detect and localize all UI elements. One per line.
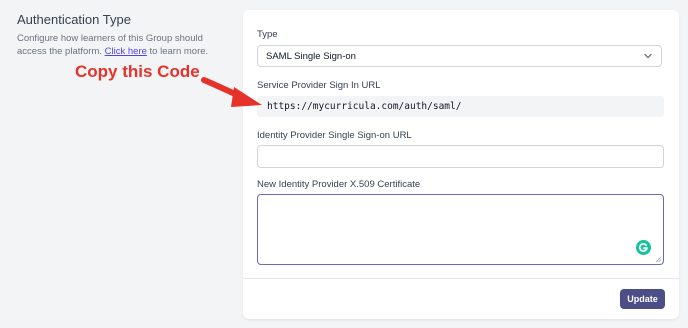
section-info: Authentication Type Configure how learne… <box>17 12 232 58</box>
grammarly-icon[interactable] <box>636 240 651 255</box>
type-select[interactable]: SAML Single Sign-on <box>257 45 662 67</box>
section-description: Configure how learners of this Group sho… <box>17 32 232 58</box>
type-select-value: SAML Single Sign-on <box>266 50 356 62</box>
auth-settings-card: Type SAML Single Sign-on Service Provide… <box>243 10 679 319</box>
description-suffix: to learn more. <box>146 46 209 57</box>
idp-url-label: Identity Provider Single Sign-on URL <box>257 130 412 141</box>
sp-url-value[interactable]: https://mycurricula.com/auth/saml/ <box>257 96 664 117</box>
section-title: Authentication Type <box>17 12 131 27</box>
card-divider <box>243 278 679 279</box>
learn-more-link[interactable]: Click here <box>105 46 147 57</box>
chevron-down-icon <box>644 53 652 59</box>
sp-url-label: Service Provider Sign In URL <box>257 80 381 91</box>
cert-textarea[interactable] <box>257 194 664 265</box>
idp-url-input[interactable] <box>257 145 664 168</box>
type-label: Type <box>257 29 278 40</box>
resize-handle-icon[interactable] <box>655 256 661 262</box>
annotation-text: Copy this Code <box>75 62 200 81</box>
red-arrow-icon <box>201 77 262 107</box>
update-button[interactable]: Update <box>620 289 665 309</box>
cert-label: New Identity Provider X.509 Certificate <box>257 179 421 190</box>
